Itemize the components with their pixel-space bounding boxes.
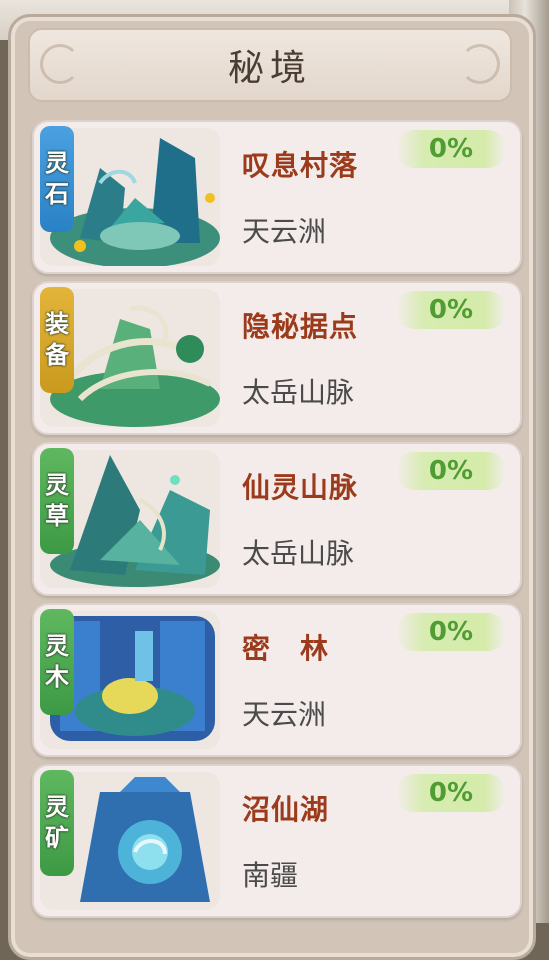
realm-region: 太岳山脉 <box>242 537 355 570</box>
realm-name: 仙灵山脉 <box>242 471 359 504</box>
realm-name: 沼仙湖 <box>242 793 330 826</box>
realm-card[interactable]: 灵矿 0% 沼仙湖 南疆 <box>32 764 522 918</box>
progress-badge: 0% <box>396 774 506 812</box>
progress-badge: 0% <box>396 613 506 651</box>
realm-name: 叹息村落 <box>242 149 359 182</box>
cloud-ornament-right <box>460 44 500 84</box>
page-title: 秘境 <box>227 48 312 89</box>
progress-badge: 0% <box>396 452 506 490</box>
realm-card[interactable]: 灵石 0% 叹息村落 天云洲 <box>32 120 522 274</box>
realm-name: 隐秘据点 <box>242 310 359 343</box>
type-badge: 灵木 <box>40 609 74 715</box>
type-badge: 装备 <box>40 287 74 393</box>
type-badge: 灵石 <box>40 126 74 232</box>
realm-region: 南疆 <box>242 859 299 892</box>
realm-card[interactable]: 灵木 0% 密 林 天云洲 <box>32 603 522 757</box>
realm-region: 天云洲 <box>242 698 327 731</box>
type-badge: 灵矿 <box>40 770 74 876</box>
realm-region: 太岳山脉 <box>242 376 355 409</box>
realm-card[interactable]: 灵草 0% 仙灵山脉 太岳山脉 <box>32 442 522 596</box>
realm-region: 天云洲 <box>242 215 327 248</box>
realm-name: 密 林 <box>242 632 330 665</box>
cloud-ornament-left <box>40 44 80 84</box>
title-bar: 秘境 <box>28 28 512 102</box>
progress-badge: 0% <box>396 291 506 329</box>
progress-badge: 0% <box>396 130 506 168</box>
type-badge: 灵草 <box>40 448 74 554</box>
realm-card[interactable]: 装备 0% 隐秘据点 太岳山脉 <box>32 281 522 435</box>
